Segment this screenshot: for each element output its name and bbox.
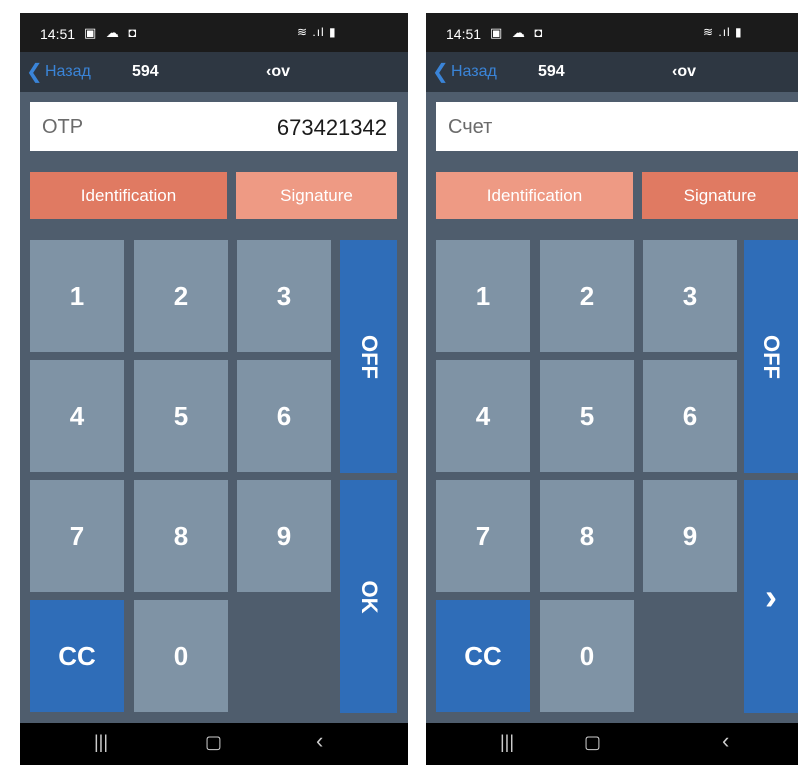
key-9[interactable]: 9 [237,480,331,592]
status-bar: 14:51 ▣ ☁ ◘ ≋ .ıl ▮ [20,13,408,52]
recent-apps-icon[interactable]: ||| [94,732,108,753]
field-label: OTP [42,116,84,138]
nav-number: 594 [132,63,159,80]
signature-button[interactable]: Signature [642,172,798,219]
back-button[interactable]: Назад [451,63,497,81]
status-bar: 14:51 ▣ ☁ ◘ ≋ .ıl ▮ [426,13,798,52]
home-icon[interactable]: ▢ [205,732,222,753]
clear-button[interactable]: CC [30,600,124,712]
ok-label: OK [356,580,382,613]
field-label: Счет [448,116,493,138]
key-8[interactable]: 8 [134,480,228,592]
off-label: OFF [356,334,382,379]
off-button[interactable]: OFF [744,240,798,473]
back-icon[interactable]: ‹ [316,728,323,754]
key-0[interactable]: 0 [134,600,228,712]
key-4[interactable]: 4 [30,360,124,472]
key-1[interactable]: 1 [436,240,530,352]
key-3[interactable]: 3 [237,240,331,352]
next-button[interactable]: › [744,480,798,713]
back-button[interactable]: Назад [45,63,91,81]
nav-title: ‹ov [672,63,696,80]
status-time: 14:51 [40,26,76,42]
off-button[interactable]: OFF [340,240,397,473]
ok-button[interactable]: OK [340,480,397,713]
key-6[interactable]: 6 [643,360,737,472]
nav-bar: ❮ Назад 594 ‹ov [20,52,408,92]
key-7[interactable]: 7 [30,480,124,592]
key-2[interactable]: 2 [540,240,634,352]
key-0[interactable]: 0 [540,600,634,712]
signature-button[interactable]: Signature [236,172,397,219]
clear-button[interactable]: CC [436,600,530,712]
phone-screen-account: 14:51 ▣ ☁ ◘ ≋ .ıl ▮ ❮ Назад 594 ‹ov Счет… [426,13,798,765]
account-field[interactable]: Счет [436,102,798,151]
key-3[interactable]: 3 [643,240,737,352]
key-5[interactable]: 5 [540,360,634,472]
key-2[interactable]: 2 [134,240,228,352]
key-9[interactable]: 9 [643,480,737,592]
status-time: 14:51 [446,26,482,42]
otp-field[interactable]: OTP 673421342 [30,102,397,151]
back-chevron-icon[interactable]: ❮ [26,59,43,84]
nav-bar: ❮ Назад 594 ‹ov [426,52,798,92]
identification-button[interactable]: Identification [436,172,633,219]
key-5[interactable]: 5 [134,360,228,472]
recent-apps-icon[interactable]: ||| [500,732,514,753]
key-8[interactable]: 8 [540,480,634,592]
system-nav-bar: ||| ▢ ‹ [20,723,408,765]
home-icon[interactable]: ▢ [584,732,601,753]
back-icon[interactable]: ‹ [722,728,729,754]
key-7[interactable]: 7 [436,480,530,592]
chevron-right-icon: › [765,575,777,617]
field-value: 673421342 [276,115,387,140]
system-nav-bar: ||| ▢ ‹ [426,723,798,765]
signal-battery-icons: ≋ .ıl ▮ [703,25,743,39]
identification-button[interactable]: Identification [30,172,227,219]
back-chevron-icon[interactable]: ❮ [432,59,449,84]
nav-number: 594 [538,63,565,80]
nav-title: ‹ov [266,63,290,80]
key-6[interactable]: 6 [237,360,331,472]
key-1[interactable]: 1 [30,240,124,352]
phone-screen-otp: 14:51 ▣ ☁ ◘ ≋ .ıl ▮ ❮ Назад 594 ‹ov OTP … [20,13,408,765]
key-4[interactable]: 4 [436,360,530,472]
notification-icons: ▣ ☁ ◘ [84,25,140,40]
notification-icons: ▣ ☁ ◘ [490,25,546,40]
signal-battery-icons: ≋ .ıl ▮ [297,25,337,39]
off-label: OFF [759,334,784,379]
